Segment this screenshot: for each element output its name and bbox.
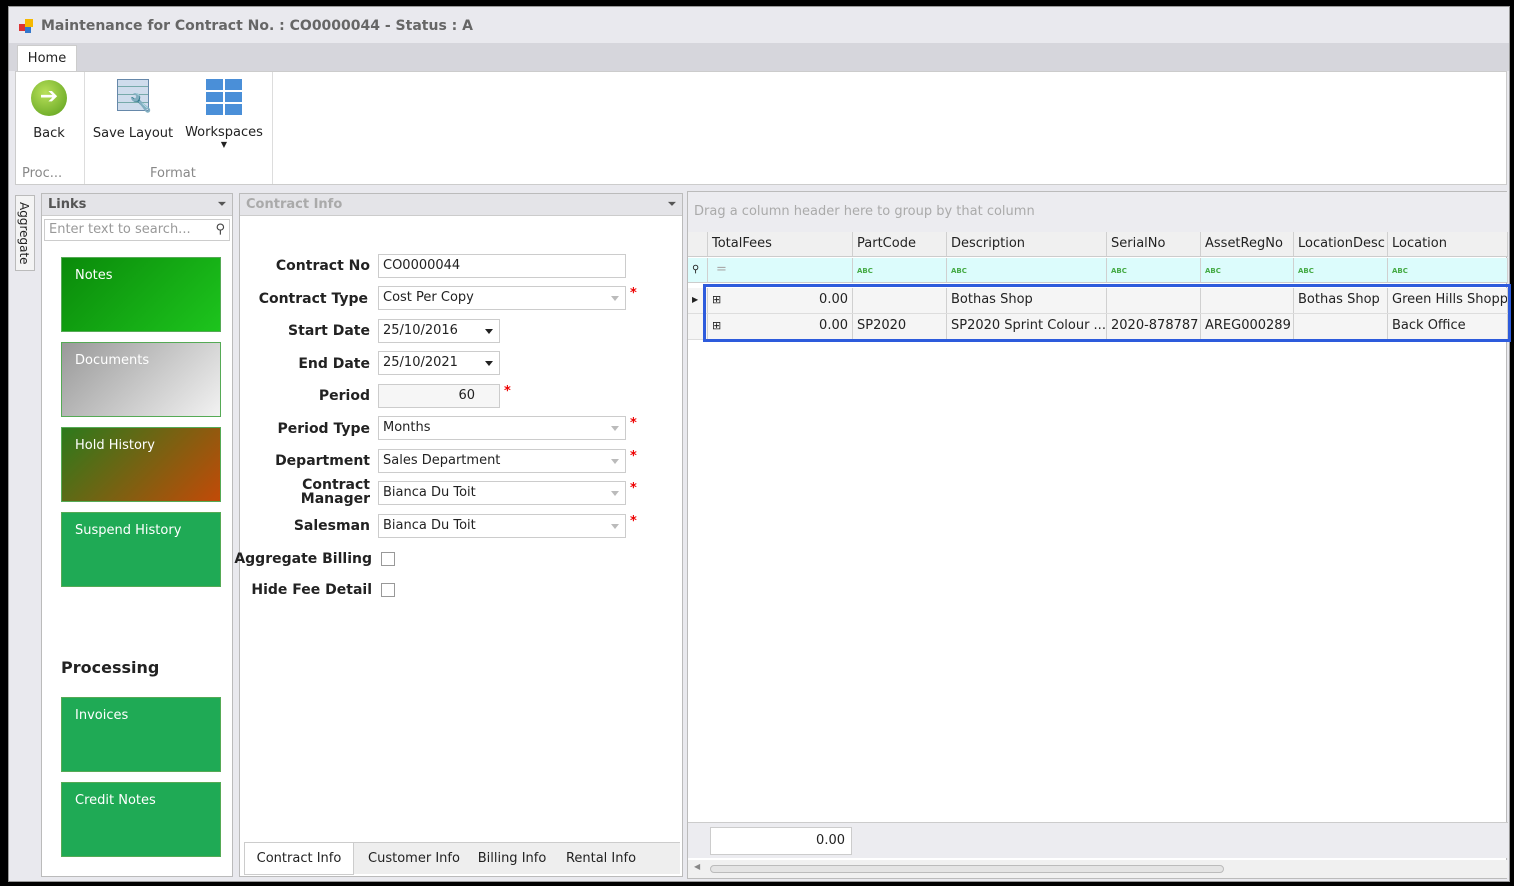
ribbon: ➔ Back 🔧 Save Layout Workspaces ▼ Proc..…	[15, 71, 1507, 185]
label-start-date: Start Date	[288, 323, 370, 339]
pin-icon[interactable]: ⏷	[218, 194, 226, 216]
text-filter-icon: ABC	[1298, 267, 1314, 275]
links-panel: Links ⏷ Enter text to search... ⚲ Notes Do…	[41, 193, 233, 877]
col-header-description[interactable]: Description	[947, 232, 1107, 256]
col-header-partcode[interactable]: PartCode	[853, 232, 947, 256]
search-icon[interactable]: ⚲	[215, 220, 225, 240]
group-by-panel[interactable]: Drag a column header here to group by th…	[688, 192, 1508, 232]
filter-totalfees[interactable]: =	[708, 258, 853, 282]
label-department: Department	[275, 453, 370, 469]
ribbon-tab-bar	[9, 43, 1509, 71]
filter-locationdesc[interactable]: ABC	[1294, 258, 1388, 282]
filter-row: ⚲ = ABC ABC ABC ABC ABC ABC	[688, 258, 1508, 283]
label-period-type: Period Type	[277, 421, 370, 437]
aggregate-billing-checkbox[interactable]	[381, 552, 395, 566]
total-fees-summary: 0.00	[710, 827, 852, 855]
filter-assetregno[interactable]: ABC	[1201, 258, 1294, 282]
label-salesman: Salesman	[293, 518, 370, 534]
ribbon-divider	[272, 72, 273, 184]
col-header-assetregno[interactable]: AssetRegNo	[1201, 232, 1294, 256]
start-date-picker[interactable]: 25/10/2016	[378, 319, 500, 343]
text-filter-icon: ABC	[857, 267, 873, 275]
department-select[interactable]: Sales Department	[378, 449, 626, 473]
scrollbar-thumb[interactable]	[710, 865, 1224, 873]
group-label-proc: Proc...	[22, 166, 63, 181]
hide-fee-detail-checkbox[interactable]	[381, 583, 395, 597]
col-header-serialno[interactable]: SerialNo	[1107, 232, 1201, 256]
period-type-select[interactable]: Months	[378, 416, 626, 440]
back-arrow-icon: ➔	[31, 80, 67, 116]
scroll-left-icon[interactable]: ◀	[694, 862, 700, 871]
chevron-down-icon: ▼	[220, 140, 228, 149]
tab-customer-info[interactable]: Customer Info	[356, 843, 472, 875]
contract-info-panel: Contract Info ⏷ Contract No CO0000044 Con…	[234, 193, 683, 877]
filter-description[interactable]: ABC	[947, 258, 1107, 282]
tile-suspend-history[interactable]: Suspend History	[61, 512, 221, 587]
text-filter-icon: ABC	[1205, 267, 1221, 275]
maintenance-window: Maintenance for Contract No. : CO0000044…	[8, 6, 1511, 882]
label-contract-no: Contract No	[275, 258, 370, 274]
links-search-input[interactable]: Enter text to search... ⚲	[44, 219, 230, 241]
tile-credit-notes[interactable]: Credit Notes	[61, 782, 221, 857]
label-aggregate-billing: Aggregate Billing	[234, 551, 372, 567]
col-header-location[interactable]: Location	[1388, 232, 1508, 256]
ribbon-divider	[84, 72, 85, 184]
tab-billing-info[interactable]: Billing Info	[472, 843, 552, 875]
col-header-totalfees[interactable]: TotalFees	[708, 232, 853, 256]
processing-heading: Processing	[61, 658, 160, 677]
contract-form: Contract No CO0000044 Contract Type Cost…	[234, 194, 680, 834]
tab-home[interactable]: Home	[17, 45, 77, 73]
end-date-picker[interactable]: 25/10/2021	[378, 351, 500, 375]
text-filter-icon: ABC	[951, 267, 967, 275]
label-contract-manager: Contract Manager	[300, 477, 370, 507]
filter-location[interactable]: ABC	[1388, 258, 1508, 282]
label-hide-fee-detail: Hide Fee Detail	[251, 582, 372, 598]
indicator-header	[688, 232, 708, 256]
rows-highlight-box	[703, 284, 1511, 342]
grid-header-row: TotalFees PartCode Description SerialNo …	[688, 232, 1508, 257]
label-period: Period	[318, 388, 370, 404]
filter-pin-icon: ⚲	[688, 258, 708, 282]
workspaces-button[interactable]: Workspaces ▼	[184, 78, 264, 154]
save-layout-icon: 🔧	[117, 79, 152, 114]
col-header-locationdesc[interactable]: LocationDesc	[1294, 232, 1388, 256]
contract-type-select[interactable]: Cost Per Copy	[378, 286, 626, 310]
links-header: Links ⏷	[42, 194, 232, 216]
text-filter-icon: ABC	[1392, 267, 1408, 275]
filter-partcode[interactable]: ABC	[853, 258, 947, 282]
side-tab-aggregate[interactable]: Aggregate	[15, 195, 35, 271]
label-contract-type: Contract Type	[258, 291, 368, 307]
workspaces-icon	[206, 79, 242, 115]
text-filter-icon: ABC	[1111, 267, 1127, 275]
tab-rental-info[interactable]: Rental Info	[554, 843, 648, 875]
tile-invoices[interactable]: Invoices	[61, 697, 221, 772]
tile-hold-history[interactable]: Hold History	[61, 427, 221, 502]
tab-contract-info[interactable]: Contract Info	[244, 843, 354, 875]
tile-documents[interactable]: Documents	[61, 342, 221, 417]
period-spinner[interactable]: 60	[378, 384, 500, 408]
back-button[interactable]: ➔ Back	[20, 78, 78, 144]
assets-grid: Drag a column header here to group by th…	[687, 191, 1511, 879]
horizontal-scrollbar[interactable]: ◀	[688, 860, 1508, 878]
contract-no-field[interactable]: CO0000044	[378, 254, 626, 278]
contract-tab-bar: Contract Info Customer Info Billing Info…	[244, 842, 680, 875]
label-end-date: End Date	[298, 356, 370, 372]
window-title: Maintenance for Contract No. : CO0000044…	[41, 18, 473, 34]
contract-manager-select[interactable]: Bianca Du Toit	[378, 481, 626, 505]
tile-notes[interactable]: Notes	[61, 257, 221, 332]
group-label-format: Format	[150, 166, 196, 181]
filter-serialno[interactable]: ABC	[1107, 258, 1201, 282]
grid-footer: 0.00	[688, 822, 1508, 858]
salesman-select[interactable]: Bianca Du Toit	[378, 514, 626, 538]
save-layout-button[interactable]: 🔧 Save Layout	[90, 78, 176, 144]
